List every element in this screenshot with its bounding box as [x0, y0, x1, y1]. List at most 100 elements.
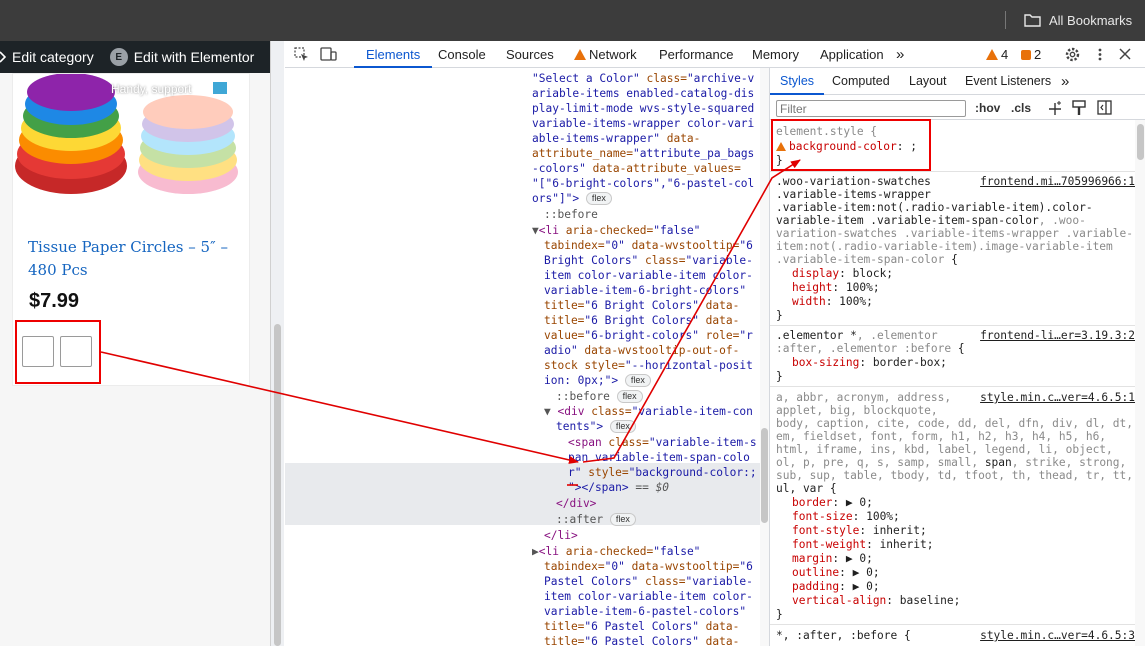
tree-line[interactable]: "Select a Color" class="archive-v [532, 71, 754, 86]
tree-line[interactable]: ariable-items enabled-catalog-dis [532, 86, 754, 101]
rule-selector[interactable]: item:not(.radio-variable-item).image-var… [776, 240, 1113, 254]
tab-performance[interactable]: Performance [659, 41, 733, 68]
pseudo-after-node[interactable]: ::after flex [556, 512, 636, 527]
pseudo-before-node[interactable]: ::before [544, 207, 598, 222]
declaration-margin[interactable]: margin: ▶ 0; [792, 552, 873, 566]
flex-badge[interactable]: flex [609, 420, 636, 433]
tab-computed[interactable]: Computed [832, 68, 890, 95]
rule-selector[interactable]: html, iframe, ins, kbd, label, legend, l… [776, 443, 1113, 457]
tab-application[interactable]: Application [820, 41, 884, 68]
styles-scrollbar[interactable] [1135, 120, 1145, 646]
edit-category-link[interactable]: Edit category [0, 49, 94, 65]
rule-selector[interactable]: .variable-item:not(.radio-variable-item)… [776, 201, 1093, 215]
tab-event-listeners[interactable]: Event Listeners [965, 68, 1051, 95]
product-title-link[interactable]: Tissue Paper Circles – 5″ – 480 Pcs [28, 236, 228, 282]
tab-network[interactable]: Network [574, 41, 637, 68]
collapse-triangle-icon[interactable]: ▶ [532, 545, 539, 558]
declaration-height[interactable]: height: 100%; [792, 281, 880, 295]
toggle-sidebar-icon[interactable] [1097, 100, 1112, 115]
flex-badge[interactable]: flex [609, 513, 636, 526]
rule-selector[interactable]: .elementor *, .elementor [776, 329, 938, 343]
edit-with-elementor-link[interactable]: E Edit with Elementor [109, 48, 254, 66]
expand-triangle-icon[interactable]: ▼ [532, 224, 539, 237]
tree-line[interactable]: -colors" data-attribute_values= [532, 161, 741, 176]
rule-selector[interactable]: variable-item .variable-item-span-color,… [776, 214, 1086, 228]
declaration-width[interactable]: width: 100%; [792, 295, 873, 309]
tab-sources[interactable]: Sources [506, 41, 554, 68]
tree-line[interactable]: title="6 Bright Colors" data- [544, 298, 739, 313]
close-devtools-icon[interactable] [1119, 48, 1131, 60]
tree-line[interactable]: able-items-wrapper" data- [532, 131, 700, 146]
rule-selector[interactable]: sub, sup, table, tbody, td, tfoot, th, t… [776, 469, 1133, 483]
styles-filter-input[interactable] [776, 100, 966, 117]
tree-line[interactable]: "></span> == $0 [568, 480, 669, 495]
device-toolbar-icon[interactable] [320, 47, 337, 62]
declaration-display[interactable]: display: block; [792, 267, 893, 281]
cls-toggle-button[interactable]: .cls [1011, 101, 1031, 115]
tree-line[interactable]: </li> [544, 528, 578, 543]
tree-line[interactable]: item color-variable-item color- [544, 589, 753, 604]
tab-memory[interactable]: Memory [752, 41, 799, 68]
tree-line[interactable]: variable-item-6-bright-colors" [544, 283, 746, 298]
rule-selector[interactable]: .variable-item-span-color { [776, 253, 958, 267]
flex-badge[interactable]: flex [585, 192, 612, 205]
tree-line[interactable]: adio" data-wvstooltip-out-of- [544, 343, 739, 358]
flex-badge[interactable]: flex [616, 390, 643, 403]
rule-selector[interactable]: :after, .elementor :before { [776, 342, 965, 356]
tree-line[interactable]: Bright Colors" class="variable- [544, 253, 753, 268]
source-link-style-min-3[interactable]: style.min.c…ver=4.6.5:3 [980, 629, 1135, 642]
declaration-vertical-align[interactable]: vertical-align: baseline; [792, 594, 960, 608]
declaration-padding[interactable]: padding: ▶ 0; [792, 580, 880, 594]
declaration-box-sizing[interactable]: box-sizing: border-box; [792, 356, 947, 370]
warnings-counter[interactable]: 4 [986, 41, 1008, 68]
rule-selector[interactable]: em, fieldset, font, form, h1, h2, h3, h4… [776, 430, 1106, 444]
tree-line[interactable]: value="6-bright-colors" role="r [544, 328, 753, 343]
settings-gear-icon[interactable] [1064, 46, 1081, 63]
tree-line[interactable]: item color-variable-item color- [544, 268, 753, 283]
rule-selector[interactable]: a, abbr, acronym, address, [776, 391, 951, 405]
tree-line[interactable]: stock style="--horizontal-posit [544, 358, 753, 373]
rule-selector[interactable]: body, caption, cite, code, dd, del, dfn,… [776, 417, 1133, 431]
rule-selector[interactable]: *, :after, :before { [776, 629, 911, 643]
tree-line[interactable]: </div> [556, 496, 596, 511]
tree-line[interactable]: tabindex="0" data-wvstooltip="6 [544, 238, 753, 253]
tree-line[interactable]: tabindex="0" data-wvstooltip="6 [544, 559, 753, 574]
page-scrollbar[interactable] [270, 41, 284, 646]
rule-selector[interactable]: .variable-items-wrapper [776, 188, 931, 202]
rule-selector[interactable]: .woo-variation-swatches [776, 175, 931, 189]
tab-elements[interactable]: Elements [354, 41, 433, 68]
more-options-icon[interactable] [1097, 48, 1103, 61]
rule-selector[interactable]: applet, big, blockquote, [776, 404, 938, 418]
tree-line-div-contents[interactable]: ▼ <div class="variable-item-con [544, 404, 753, 419]
styles-scrollbar-thumb[interactable] [1137, 124, 1144, 160]
declaration-border[interactable]: border: ▶ 0; [792, 496, 873, 510]
new-style-rule-icon[interactable] [1047, 100, 1063, 116]
elements-scrollbar-thumb[interactable] [761, 428, 768, 523]
all-bookmarks-button[interactable]: All Bookmarks [1024, 11, 1132, 29]
tree-line[interactable]: title="6 Pastel Colors" data- [544, 634, 739, 646]
rule-selector[interactable]: variation-swatches .variable-items-wrapp… [776, 227, 1133, 241]
elements-scrollbar[interactable] [760, 68, 769, 646]
tree-line[interactable]: ors"]"> flex [532, 191, 612, 206]
product-image[interactable]: Handy, support [13, 74, 249, 194]
tree-line[interactable]: variable-item-6-pastel-colors" [544, 604, 746, 619]
rule-selector[interactable]: ol, p, pre, q, s, samp, small, span, str… [776, 456, 1126, 470]
issues-counter[interactable]: 2 [1021, 41, 1041, 68]
tab-styles[interactable]: Styles [770, 68, 825, 95]
inspect-element-icon[interactable] [294, 47, 309, 62]
tree-line[interactable]: variable-items-wrapper color-vari [532, 116, 754, 131]
paint-brush-icon[interactable] [1072, 100, 1086, 116]
source-link-frontend-lite[interactable]: frontend-li…er=3.19.3:2 [980, 329, 1135, 342]
tab-console[interactable]: Console [438, 41, 486, 68]
flex-badge[interactable]: flex [624, 374, 651, 387]
tree-line[interactable]: Pastel Colors" class="variable- [544, 574, 753, 589]
tree-line-li-bright[interactable]: ▼<li aria-checked="false" [532, 223, 700, 238]
page-scrollbar-thumb[interactable] [274, 324, 281, 646]
tree-line-li-pastel[interactable]: ▶<li aria-checked="false" [532, 544, 700, 559]
tab-layout[interactable]: Layout [909, 68, 947, 95]
tree-line[interactable]: attribute_name="attribute_pa_bags [532, 146, 754, 161]
expand-triangle-icon[interactable]: ▼ [544, 405, 551, 418]
declaration-font-style[interactable]: font-style: inherit; [792, 524, 927, 538]
rule-selector[interactable]: ul, var { [776, 482, 837, 496]
tree-line[interactable]: "["6-bright-colors","6-pastel-col [532, 176, 754, 191]
